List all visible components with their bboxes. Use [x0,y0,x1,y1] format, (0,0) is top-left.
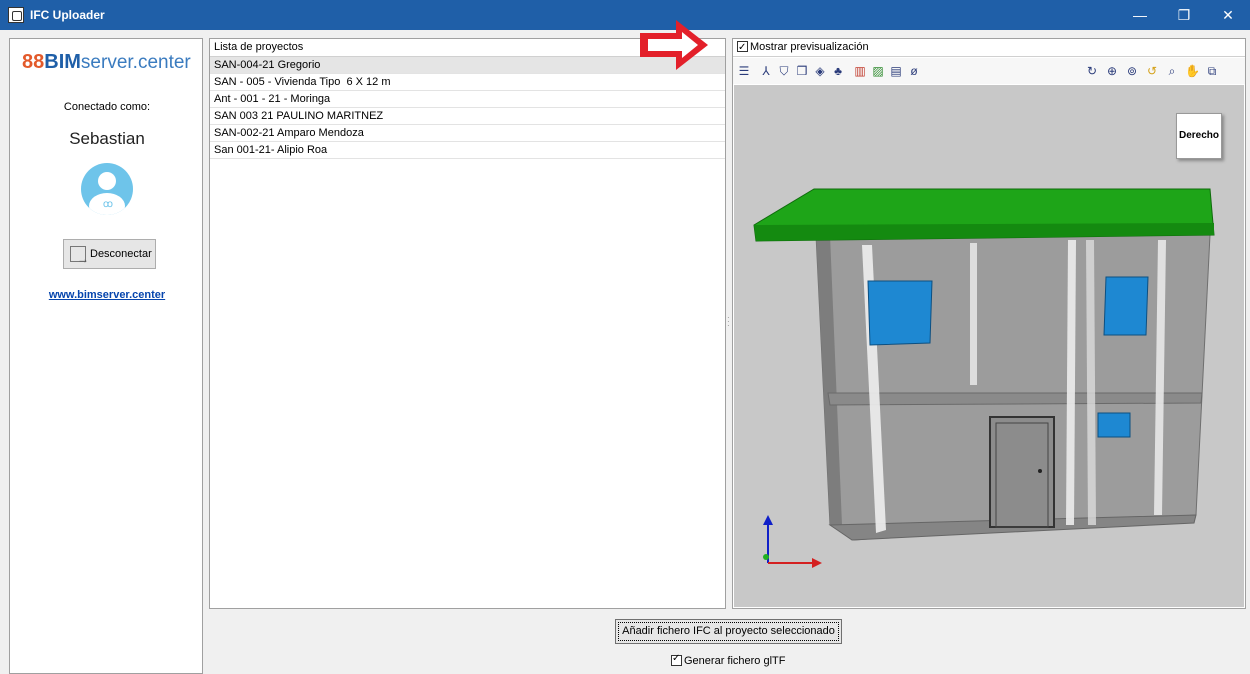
panel-splitter[interactable]: · · · [727,314,730,330]
show-preview-toggle[interactable]: Mostrar previsualización [733,39,1245,57]
minimize-button[interactable]: — [1118,0,1162,30]
bimserver-logo: 88BIMserver.center [22,51,191,73]
box-icon[interactable]: ▨ [871,64,885,78]
logout-icon [70,245,89,273]
avatar-badge-icon: ꝏ [102,199,114,210]
account-panel: 88BIMserver.center Conectado como: Sebas… [9,38,203,674]
zoom-icon[interactable]: ⌕ [1165,64,1179,78]
annotation-arrow-icon [640,20,708,70]
network-icon[interactable]: ♣ [831,64,845,78]
connected-as-label: Conectado como: [63,101,151,113]
refresh-icon[interactable]: ↺ [1145,64,1159,78]
zoom-extents-icon[interactable]: ⊚ [1125,64,1139,78]
close-button[interactable]: ✕ [1206,0,1250,30]
generate-gltf-checkbox[interactable] [671,653,682,666]
nav-cube[interactable]: Derecho [1176,113,1222,159]
plan-icon[interactable]: ▤ [889,64,903,78]
disconnect-label: Desconectar [90,248,152,260]
preview-panel: Mostrar previsualización ☰ ⅄ ⛉ ❒ ◈ ♣ ▥ ▨… [732,38,1246,609]
project-row[interactable]: SAN 003 21 PAULINO MARITNEZ [210,108,725,125]
pan-icon[interactable]: ✋ [1185,64,1200,78]
zoom-window-icon[interactable]: ⊕ [1105,64,1119,78]
website-link[interactable]: www.bimserver.center [10,289,204,301]
project-row[interactable]: San 001-21- Alipio Roa [210,142,725,159]
generate-gltf-label: Generar fichero glTF [684,655,786,667]
section-icon[interactable]: ▥ [853,64,867,78]
generate-gltf-toggle[interactable]: Generar fichero glTF [671,653,786,667]
layers-icon[interactable]: ☰ [737,64,751,78]
fit-icon[interactable]: ⧉ [1205,64,1219,78]
disconnect-button[interactable]: Desconectar [63,239,156,273]
show-preview-checkbox[interactable] [737,39,748,56]
cubes-icon[interactable]: ❒ [795,64,809,78]
project-row[interactable]: SAN-002-21 Amparo Mendoza [210,125,725,142]
add-ifc-button[interactable]: Añadir fichero IFC al proyecto seleccion… [615,619,842,644]
app-icon [8,7,24,23]
restore-button[interactable]: ❐ [1162,0,1206,30]
visibility-icon[interactable]: ◈ [813,64,827,78]
window-title: IFC Uploader [30,8,105,22]
title-bar: IFC Uploader — ❐ ✕ [0,0,1250,30]
eye-off-icon[interactable]: ø [907,64,921,78]
project-row[interactable]: Ant - 001 - 21 - Moringa [210,91,725,108]
shield-view-icon[interactable]: ⛉ [777,64,791,78]
axes-icon[interactable]: ⅄ [759,64,773,78]
viewer-toolbar: ☰ ⅄ ⛉ ❒ ◈ ♣ ▥ ▨ ▤ ø ↻ ⊕ ⊚ ↺ ⌕ ✋ ⧉ [733,58,1245,84]
project-row[interactable]: SAN - 005 - Vivienda Tipo 6 X 12 m [210,74,725,91]
3d-viewport[interactable]: Derecho [734,85,1244,607]
building-model [753,188,1215,568]
username: Sebastian [69,129,145,148]
show-preview-label: Mostrar previsualización [750,41,869,53]
rotate-icon[interactable]: ↻ [1085,64,1099,78]
project-list[interactable]: Lista de proyectos SAN-004-21 Gregorio S… [209,38,726,609]
